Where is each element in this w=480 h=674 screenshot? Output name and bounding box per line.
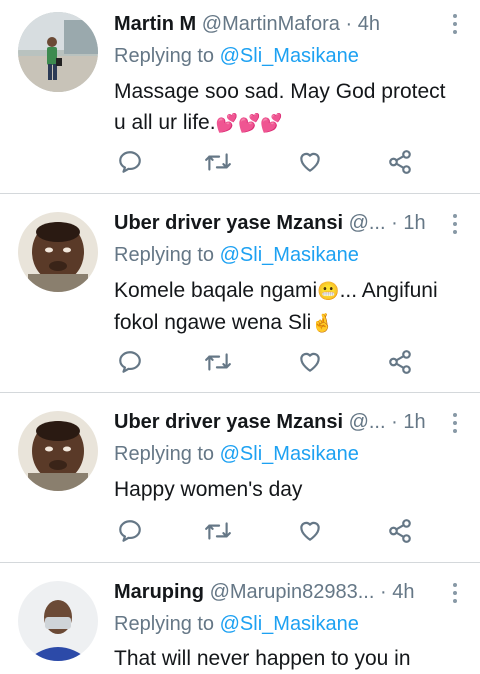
tweet-header: Uber driver yase Mzansi @... · 1h	[114, 408, 440, 436]
tweet-text-line: That will never happen to you in	[114, 647, 411, 670]
replying-to: Replying to @Sli_Masikane	[114, 440, 359, 468]
like-button[interactable]	[294, 346, 326, 378]
reply-icon	[119, 151, 141, 173]
tweet-header: Maruping @Marupin82983... · 4h	[114, 578, 440, 606]
tweet-header: Uber driver yase Mzansi @... · 1h	[114, 209, 440, 237]
replying-to-handle[interactable]: @Sli_Masikane	[220, 244, 359, 266]
separator-dot: ·	[379, 581, 387, 603]
author-handle[interactable]: @...	[349, 411, 386, 433]
more-vertical-icon[interactable]	[452, 583, 458, 605]
share-icon	[389, 150, 411, 174]
tweet-card[interactable]: Uber driver yase Mzansi @... · 1h Replyi…	[0, 393, 480, 563]
two-hearts-emoji: 💕💕💕	[215, 113, 283, 133]
replying-to-handle[interactable]: @Sli_Masikane	[220, 613, 359, 635]
avatar[interactable]	[18, 12, 98, 92]
reply-icon	[119, 351, 141, 373]
replying-to-label: Replying to	[114, 443, 215, 465]
author-name[interactable]: Maruping	[114, 581, 204, 603]
tweet-time[interactable]: 4h	[392, 581, 414, 603]
avatar[interactable]	[18, 212, 98, 292]
tweet-card[interactable]: Uber driver yase Mzansi @... · 1h Replyi…	[0, 194, 480, 393]
tweet-time[interactable]: 1h	[403, 411, 425, 433]
replying-to-label: Replying to	[114, 613, 215, 635]
separator-dot: ·	[345, 13, 353, 35]
reply-button[interactable]	[114, 515, 146, 547]
retweet-icon	[205, 522, 231, 540]
replying-to: Replying to @Sli_Masikane	[114, 42, 359, 70]
author-name[interactable]: Martin M	[114, 13, 196, 35]
tweet-actions	[114, 146, 424, 178]
tweet-text: Happy women's day	[114, 474, 460, 505]
heart-icon	[300, 521, 320, 541]
replying-to-label: Replying to	[114, 45, 215, 67]
reply-icon	[119, 520, 141, 542]
retweet-icon	[205, 153, 231, 171]
crossed-fingers-emoji: 🤞	[311, 313, 334, 333]
share-icon	[389, 519, 411, 543]
replying-to-handle[interactable]: @Sli_Masikane	[220, 45, 359, 67]
replying-to: Replying to @Sli_Masikane	[114, 610, 359, 638]
tweet-text-line: Happy women's day	[114, 478, 303, 501]
tweet-text-line: ... Angifuni	[339, 279, 438, 302]
heart-icon	[300, 352, 320, 372]
share-icon	[389, 350, 411, 374]
replying-to: Replying to @Sli_Masikane	[114, 241, 359, 269]
tweet-text-line: Massage soo sad. May God protect	[114, 80, 446, 103]
share-button[interactable]	[384, 346, 416, 378]
reply-button[interactable]	[114, 146, 146, 178]
tweet-time[interactable]: 1h	[403, 212, 425, 234]
tweet-text: Massage soo sad. May God protect u all u…	[114, 76, 460, 139]
tweet-text-line: fokol ngawe wena Sli	[114, 311, 312, 334]
author-name[interactable]: Uber driver yase Mzansi	[114, 411, 343, 433]
retweet-button[interactable]	[202, 346, 234, 378]
share-button[interactable]	[384, 515, 416, 547]
more-vertical-icon[interactable]	[452, 413, 458, 435]
heart-icon	[300, 152, 320, 172]
tweet-text-line: u all ur life.	[114, 111, 216, 134]
separator-dot: ·	[391, 212, 398, 234]
tweet-text: Komele baqale ngami😬... Angifuni fokol n…	[114, 275, 460, 339]
tweet-time[interactable]: 4h	[358, 13, 380, 35]
reply-button[interactable]	[114, 346, 146, 378]
avatar[interactable]	[18, 581, 98, 661]
replying-to-label: Replying to	[114, 244, 215, 266]
like-button[interactable]	[294, 515, 326, 547]
more-vertical-icon[interactable]	[452, 14, 458, 36]
author-handle[interactable]: @...	[349, 212, 386, 234]
tweet-actions	[114, 515, 424, 547]
retweet-icon	[205, 353, 231, 371]
tweet-card[interactable]: Martin M @MartinMafora · 4h Replying to …	[0, 0, 480, 194]
retweet-button[interactable]	[202, 515, 234, 547]
author-name[interactable]: Uber driver yase Mzansi	[114, 212, 343, 234]
avatar[interactable]	[18, 411, 98, 491]
tweet-header: Martin M @MartinMafora · 4h	[114, 10, 440, 38]
share-button[interactable]	[384, 146, 416, 178]
retweet-button[interactable]	[202, 146, 234, 178]
author-handle[interactable]: @MartinMafora	[202, 13, 340, 35]
tweet-actions	[114, 346, 424, 378]
like-button[interactable]	[294, 146, 326, 178]
tweet-text: That will never happen to you in	[114, 643, 460, 674]
author-handle[interactable]: @Marupin82983...	[210, 581, 375, 603]
replying-to-handle[interactable]: @Sli_Masikane	[220, 443, 359, 465]
more-vertical-icon[interactable]	[452, 214, 458, 236]
tweet-text-line: Komele baqale ngami	[114, 279, 318, 302]
separator-dot: ·	[391, 411, 398, 433]
grimacing-face-emoji: 😬	[317, 281, 340, 301]
tweet-card[interactable]: Maruping @Marupin82983... · 4h Replying …	[0, 563, 480, 670]
